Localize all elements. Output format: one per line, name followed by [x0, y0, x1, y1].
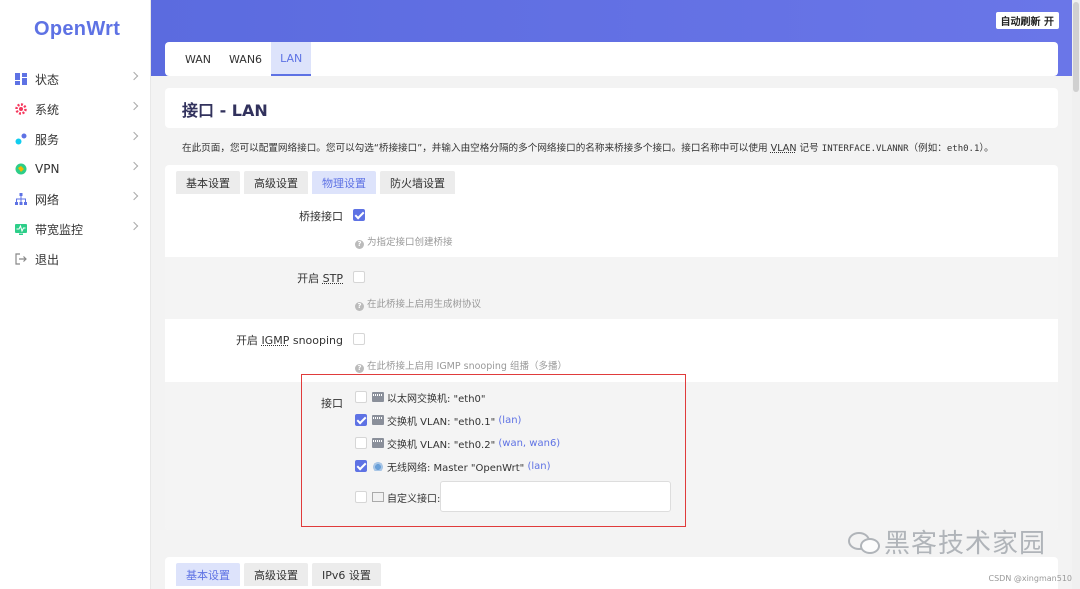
tab-basic-settings[interactable]: 基本设置: [176, 171, 240, 194]
tab-ipv6-settings[interactable]: IPv6 设置: [312, 563, 381, 586]
desc-text: 在此页面，您可以配置网络接口。您可以勾选“桥接接口”，并输入由空格分隔的多个网络…: [182, 143, 771, 154]
scrollbar[interactable]: [1072, 0, 1080, 589]
stp-hint: ? 在此桥接上启用生成树协议: [355, 296, 481, 311]
tab-basic-settings[interactable]: 基本设置: [176, 563, 240, 586]
chevron-right-icon: [129, 131, 139, 141]
sidebar-item-label: 网络: [35, 192, 60, 207]
watermark-text: 黑客技术家园: [884, 529, 1047, 559]
stp-checkbox[interactable]: [353, 271, 365, 283]
hint-text: 在此桥接上启用生成树协议: [367, 299, 482, 310]
auto-refresh-button[interactable]: 自动刷新 开: [995, 12, 1059, 29]
bridge-checkbox[interactable]: [353, 209, 365, 221]
vlan-abbr: VLAN: [770, 143, 797, 154]
tab-wan[interactable]: WAN: [176, 42, 220, 76]
scrollbar-thumb[interactable]: [1073, 2, 1079, 92]
credit-text: CSDN @xingman510: [988, 574, 1073, 583]
label-text: 开启: [297, 272, 323, 285]
highlight-box: [301, 374, 686, 527]
hint-text: 在此桥接上启用 IGMP snooping 组播（多播）: [367, 361, 567, 372]
page-description: 在此页面，您可以配置网络接口。您可以勾选“桥接接口”，并输入由空格分隔的多个网络…: [182, 140, 994, 154]
page-title-card: 接口 - LAN: [165, 88, 1058, 128]
desc-text: （例如：: [908, 143, 947, 154]
sidebar-item-vpn[interactable]: VPN: [0, 154, 151, 184]
sidebar-item-services[interactable]: 服务: [0, 124, 151, 154]
sidebar-item-label: 状态: [35, 72, 60, 87]
bridge-label: 桥接接口: [299, 210, 343, 223]
label-text: 开启: [235, 334, 262, 347]
chevron-right-icon: [129, 161, 139, 171]
logout-icon: [15, 253, 27, 265]
sidebar-item-label: 带宽监控: [35, 222, 84, 237]
tab-wan6[interactable]: WAN6: [220, 42, 271, 76]
interface-tabs: WAN WAN6 LAN: [165, 42, 1058, 76]
page-title: 接口 - LAN: [182, 101, 268, 120]
desc-code: INTERFACE.VLANNR: [821, 144, 909, 154]
gear-icon: [15, 103, 27, 115]
chevron-right-icon: [129, 101, 139, 111]
sidebar-menu: 状态 系统 服务 VPN 网络 带宽监控 退出: [0, 64, 151, 274]
sidebar-item-label: 服务: [35, 132, 60, 147]
tab-advanced-settings[interactable]: 高级设置: [244, 563, 308, 586]
sidebar-item-logout[interactable]: 退出: [0, 244, 151, 274]
stp-abbr: STP: [322, 272, 343, 285]
help-icon: ?: [355, 364, 364, 373]
sidebar-item-network[interactable]: 网络: [0, 184, 151, 214]
help-icon: ?: [355, 302, 364, 311]
igmp-row: 开启 IGMP snooping ? 在此桥接上启用 IGMP snooping …: [165, 319, 1058, 382]
services-icon: [15, 133, 27, 145]
vpn-icon: [15, 163, 27, 175]
help-icon: ?: [355, 240, 364, 249]
sidebar-item-bandwidth[interactable]: 带宽监控: [0, 214, 151, 244]
sidebar-item-label: 系统: [35, 102, 60, 117]
openwrt-logo[interactable]: OpenWrt: [34, 18, 120, 41]
tab-advanced-settings[interactable]: 高级设置: [244, 171, 308, 194]
chevron-right-icon: [129, 71, 139, 81]
igmp-checkbox[interactable]: [353, 333, 365, 345]
desc-text: 记号: [796, 143, 822, 154]
network-icon: [15, 193, 27, 205]
sidebar-item-status[interactable]: 状态: [0, 64, 151, 94]
bottom-settings-panel: 基本设置 高级设置 IPv6 设置: [165, 557, 1058, 589]
label-text: snooping: [289, 334, 343, 347]
tab-physical-settings[interactable]: 物理设置: [312, 171, 376, 194]
chevron-right-icon: [129, 221, 139, 231]
desc-code: eth0.1: [946, 144, 980, 154]
watermark: 黑客技术家园: [848, 523, 1046, 560]
stp-row: 开启 STP ? 在此桥接上启用生成树协议: [165, 257, 1058, 319]
stp-label: 开启 STP: [297, 270, 343, 286]
wechat-icon: [848, 530, 880, 554]
desc-text: ）。: [979, 143, 994, 154]
tab-lan[interactable]: LAN: [271, 42, 312, 76]
bridge-hint: ? 为指定接口创建桥接: [355, 234, 453, 249]
sidebar: OpenWrt 状态 系统 服务 VPN 网络 带宽监控 退出: [0, 0, 151, 589]
settings-tabs: 基本设置 高级设置 物理设置 防火墙设置: [176, 171, 455, 194]
igmp-abbr: IGMP: [261, 334, 290, 347]
bottom-settings-tabs: 基本设置 高级设置 IPv6 设置: [176, 563, 381, 586]
igmp-label: 开启 IGMP snooping: [236, 332, 343, 348]
igmp-hint: ? 在此桥接上启用 IGMP snooping 组播（多播）: [355, 358, 567, 373]
sidebar-item-system[interactable]: 系统: [0, 94, 151, 124]
monitor-icon: [15, 223, 27, 235]
sidebar-item-label: 退出: [35, 252, 60, 267]
hint-text: 为指定接口创建桥接: [367, 237, 453, 248]
dashboard-icon: [15, 73, 27, 85]
chevron-right-icon: [129, 191, 139, 201]
tab-firewall-settings[interactable]: 防火墙设置: [380, 171, 455, 194]
bridge-row: 桥接接口 ? 为指定接口创建桥接: [165, 195, 1058, 257]
sidebar-item-label: VPN: [35, 162, 60, 176]
